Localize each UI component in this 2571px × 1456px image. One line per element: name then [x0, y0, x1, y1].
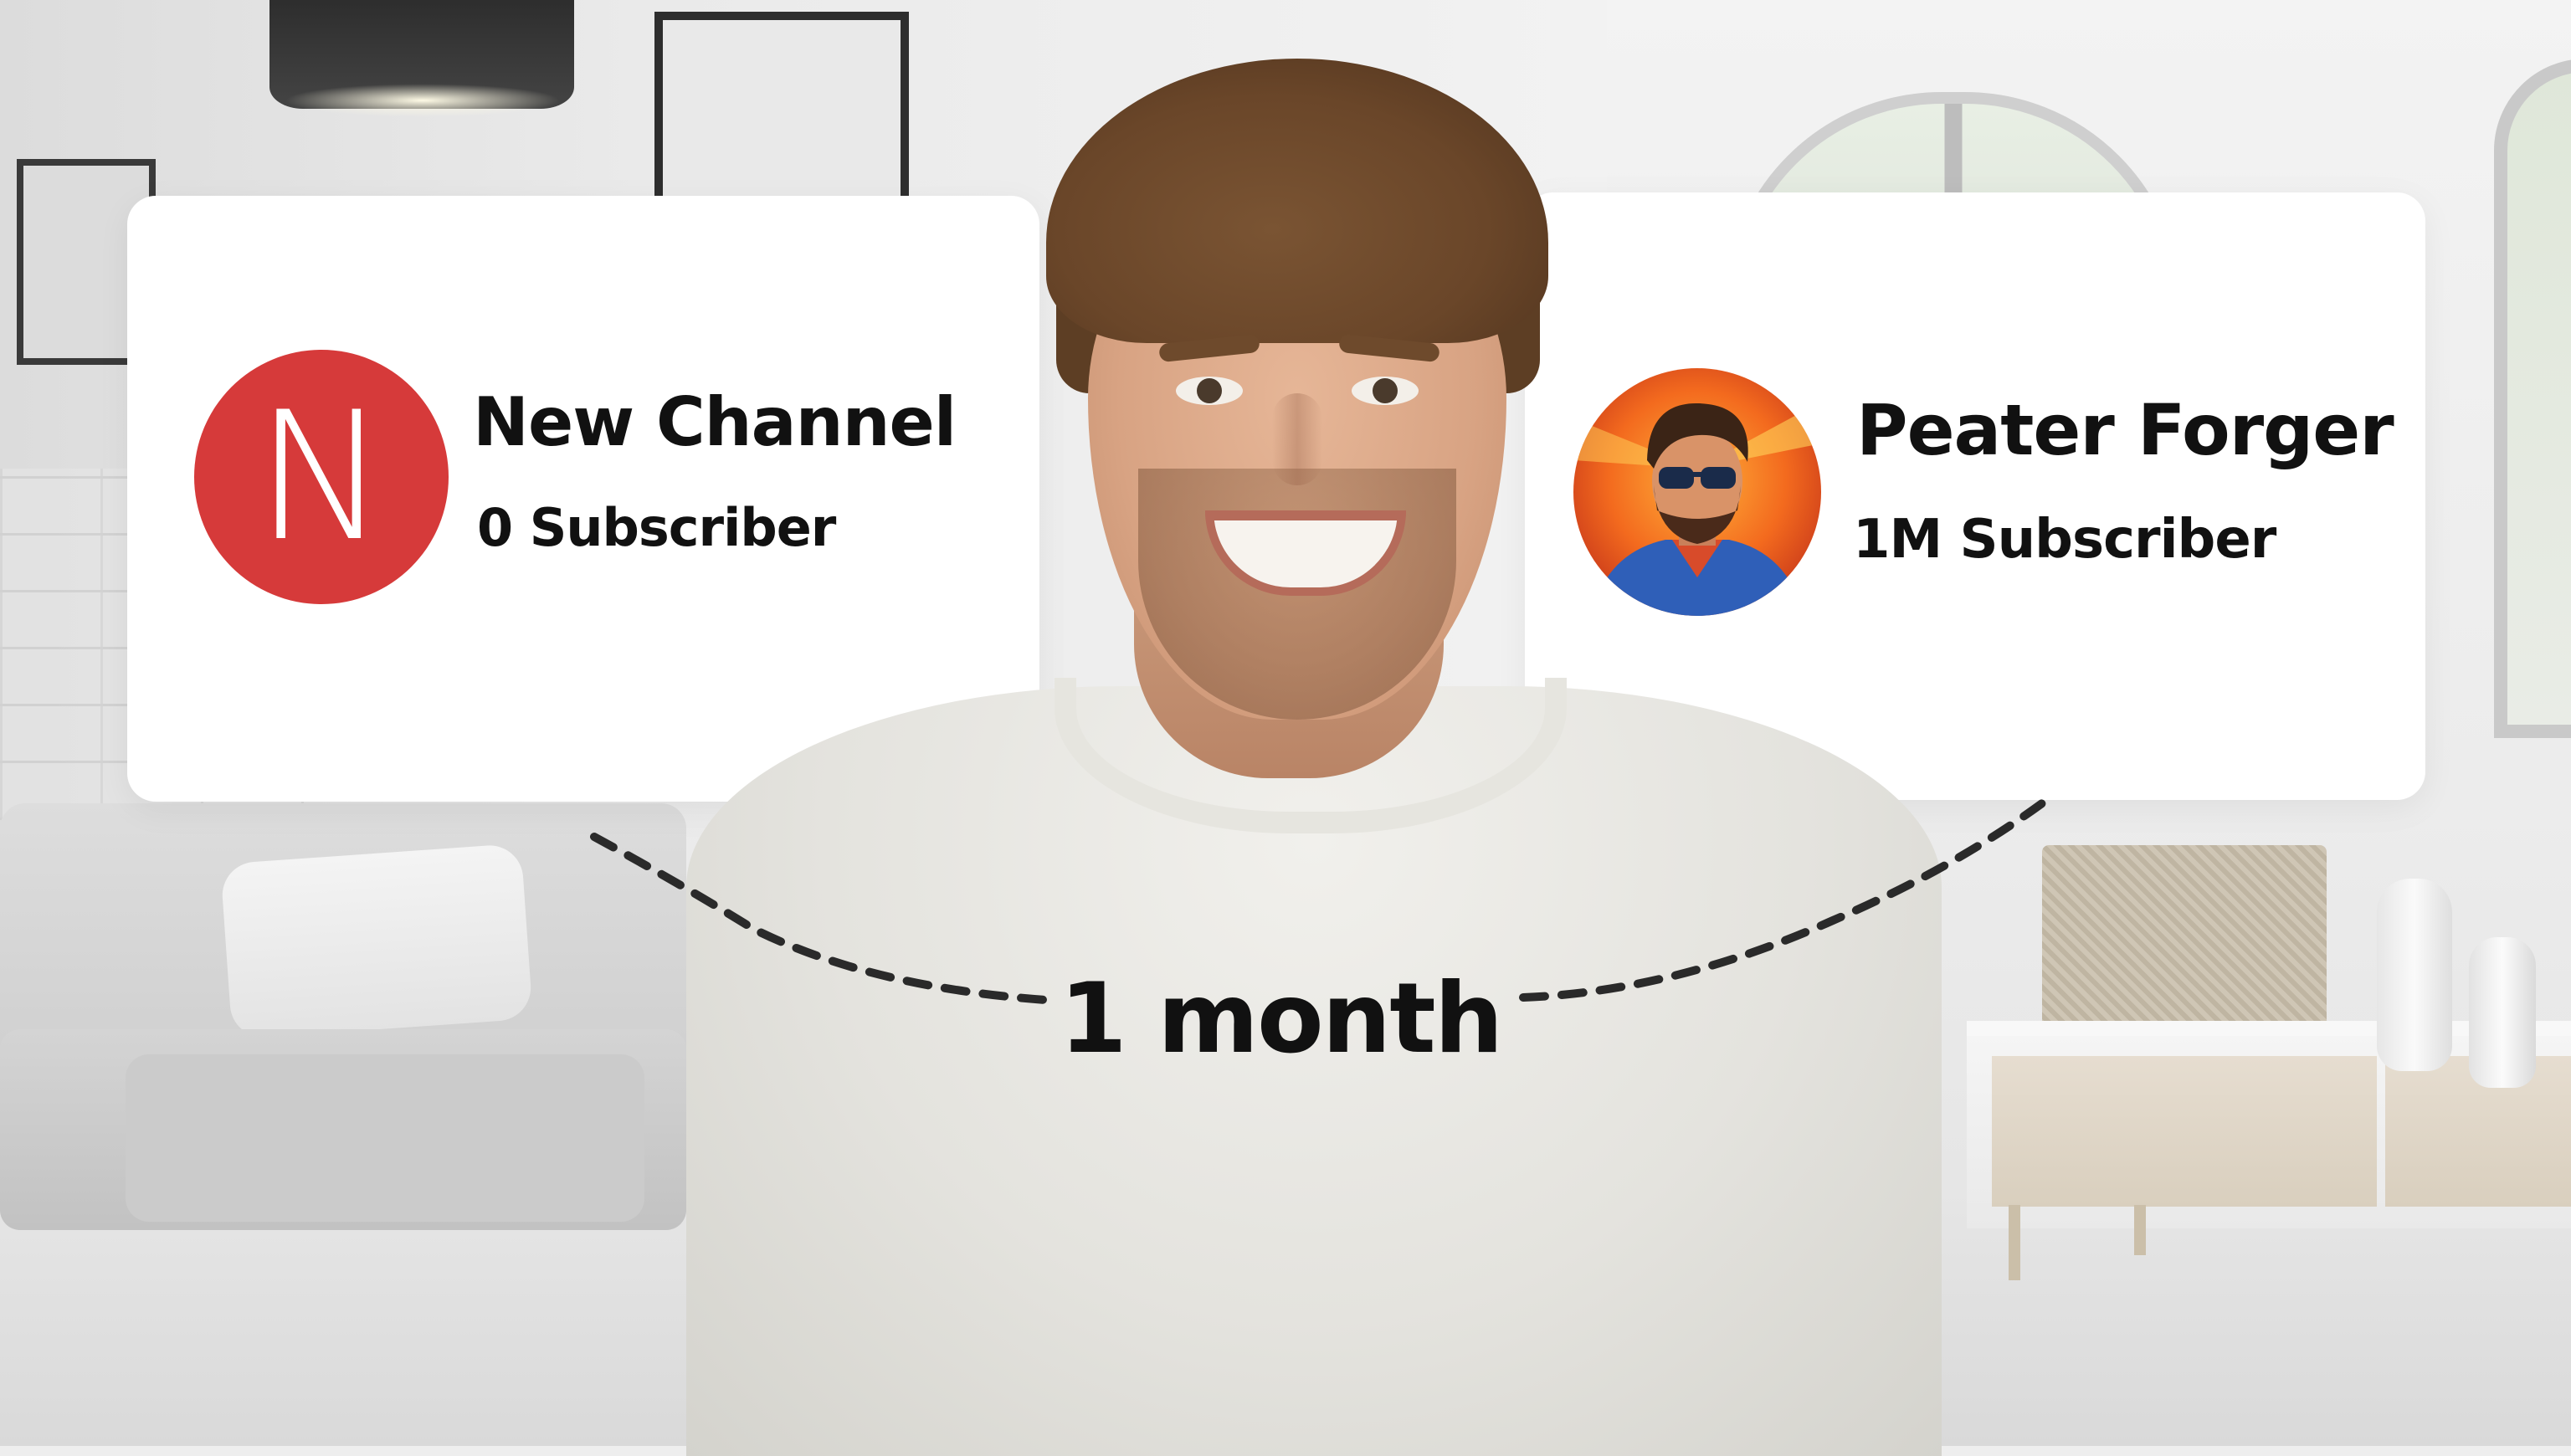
- pupil: [1197, 378, 1222, 403]
- avatar-letter: N: [254, 373, 388, 580]
- man-with-sunglasses-avatar-icon: [1573, 368, 1821, 616]
- established-channel-name: Peater Forger: [1856, 389, 2394, 471]
- new-channel-avatar: N: [194, 350, 449, 604]
- pupil: [1373, 378, 1398, 403]
- established-channel-subscribers: 1M Subscriber: [1853, 509, 2276, 571]
- avatar-illustration: [1573, 368, 1821, 616]
- new-channel-subscribers: 0 Subscriber: [477, 497, 836, 558]
- timeline-label: 1 month: [1060, 962, 1503, 1075]
- nose: [1272, 393, 1322, 485]
- hair: [1046, 59, 1548, 343]
- new-channel-name: New Channel: [473, 383, 957, 461]
- smiling-man-photo: [0, 0, 2571, 1456]
